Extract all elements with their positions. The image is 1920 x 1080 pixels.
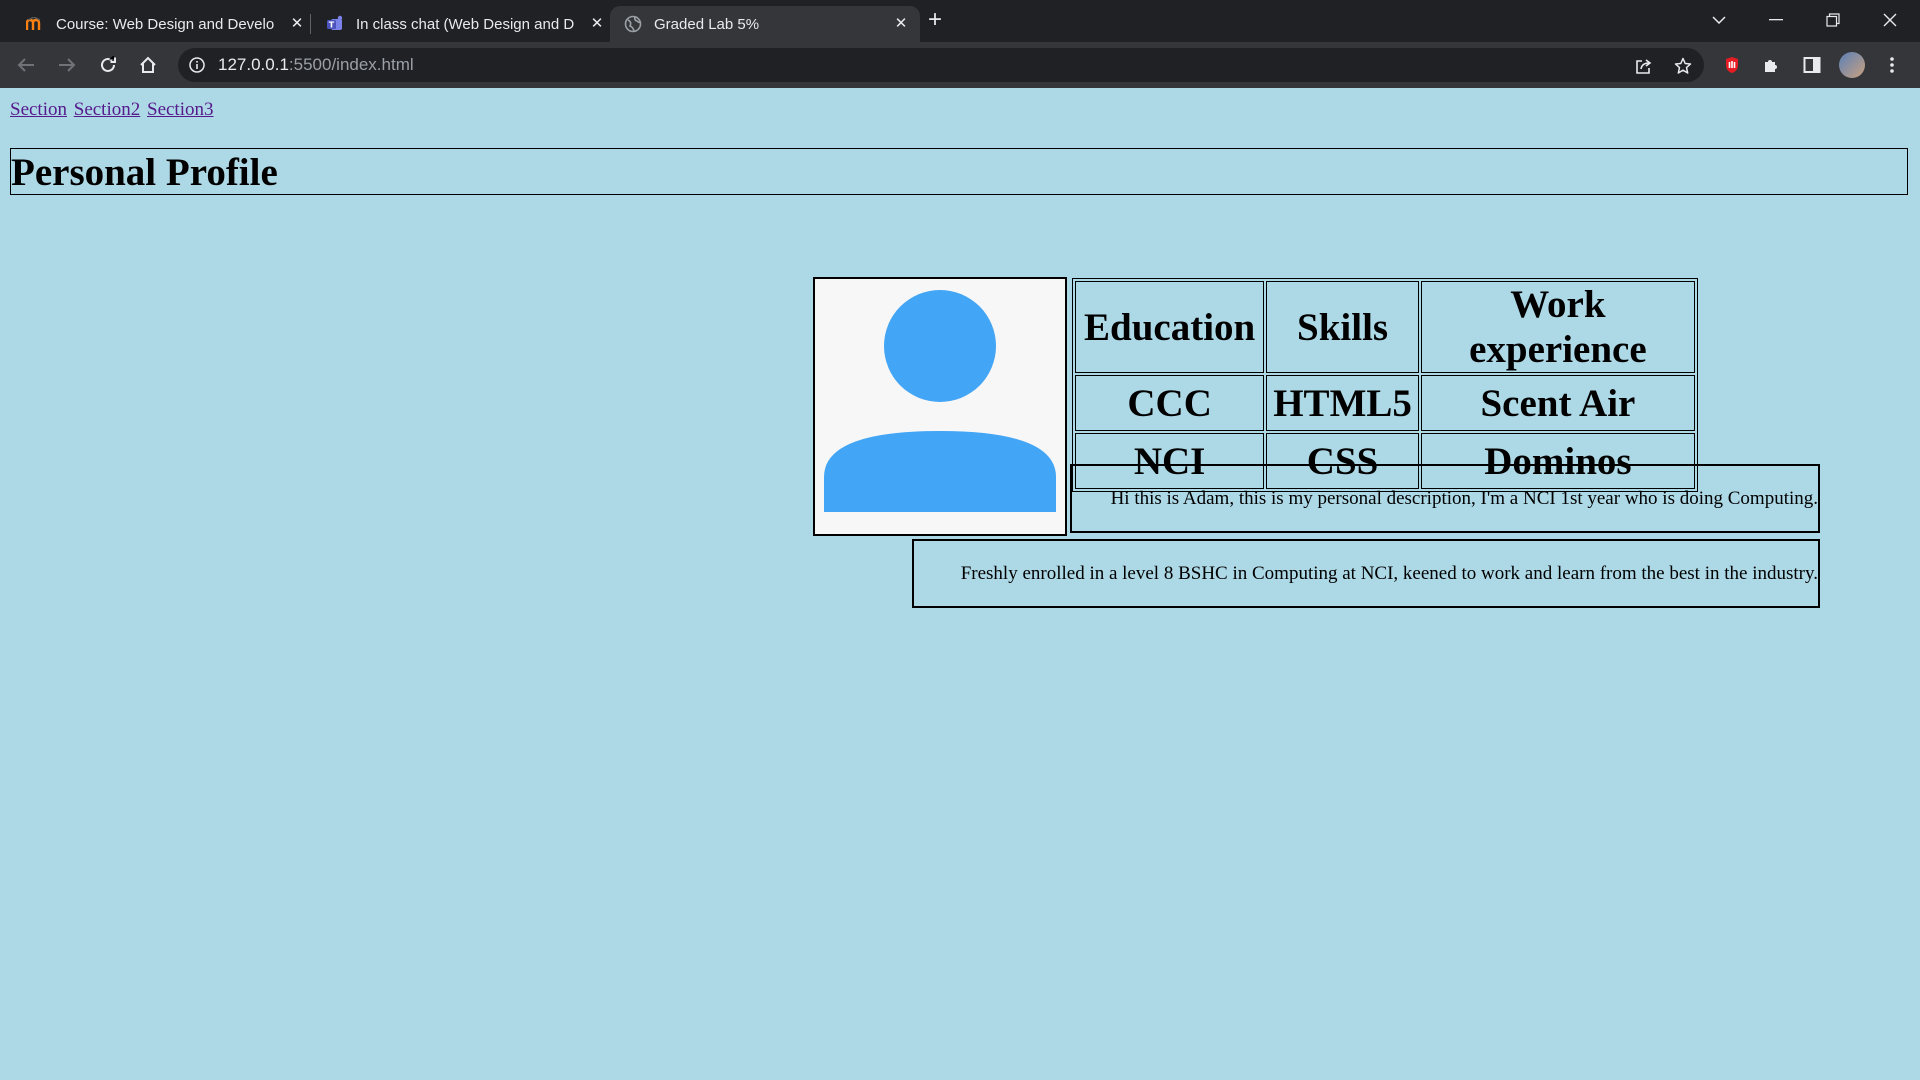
menu-kebab-icon[interactable]: [1879, 52, 1905, 78]
table-cell: CCC: [1075, 375, 1265, 431]
close-icon[interactable]: ✕: [588, 15, 606, 33]
page-title: Personal Profile: [11, 151, 278, 194]
column-header-work-experience: Work experience: [1420, 281, 1695, 373]
tab-course-title: Course: Web Design and Develop: [56, 15, 274, 33]
enrollment-description: Freshly enrolled in a level 8 BSHC in Co…: [912, 539, 1820, 608]
profile-picture: [813, 277, 1067, 536]
globe-icon: [624, 15, 642, 33]
moodle-icon: [26, 15, 44, 33]
url-host: 127.0.0.1: [218, 55, 289, 74]
table-cell: HTML5: [1266, 375, 1419, 431]
personal-description: Hi this is Adam, this is my personal des…: [1070, 464, 1820, 533]
url-text: 127.0.0.1:5500/index.html: [218, 55, 414, 75]
column-header-skills: Skills: [1266, 281, 1419, 373]
forward-arrow-icon[interactable]: [53, 51, 81, 79]
new-tab-button[interactable]: +: [924, 8, 946, 32]
tab-bar: Course: Web Design and Develop ✕ T In cl…: [0, 0, 1920, 42]
enrollment-description-text: Freshly enrolled in a level 8 BSHC in Co…: [960, 562, 1818, 584]
tab-course[interactable]: Course: Web Design and Develop ✕: [12, 6, 316, 42]
nav-link-section3[interactable]: Section3: [147, 99, 214, 120]
close-icon[interactable]: ✕: [892, 15, 910, 33]
url-path: :5500/index.html: [288, 55, 414, 74]
profile-table: Education Skills Work experience CCC HTM…: [1072, 278, 1698, 492]
home-icon[interactable]: [134, 51, 162, 79]
reload-icon[interactable]: [94, 51, 122, 79]
browser-chrome: Course: Web Design and Develop ✕ T In cl…: [0, 0, 1920, 88]
table-cell: Scent Air: [1420, 375, 1695, 431]
browser-toolbar: 127.0.0.1:5500/index.html: [0, 42, 1920, 88]
minimize-icon[interactable]: [1756, 6, 1796, 34]
back-arrow-icon[interactable]: [12, 51, 40, 79]
info-icon[interactable]: [188, 56, 206, 74]
tab-teams-chat[interactable]: T In class chat (Web Design and De ✕: [312, 6, 616, 42]
address-bar[interactable]: 127.0.0.1:5500/index.html: [178, 48, 1704, 82]
extensions-puzzle-icon[interactable]: [1759, 52, 1785, 78]
tab-teams-title: In class chat (Web Design and De: [356, 15, 574, 33]
nav-link-section[interactable]: Section: [10, 99, 67, 120]
teams-icon: T: [326, 15, 344, 33]
page-header: Personal Profile: [10, 148, 1908, 195]
bookmark-star-icon[interactable]: [1673, 56, 1693, 76]
svg-text:T: T: [329, 21, 335, 30]
tab-graded-lab[interactable]: Graded Lab 5% ✕: [610, 6, 920, 42]
restore-icon[interactable]: [1813, 6, 1853, 34]
table-header-row: Education Skills Work experience: [1075, 281, 1695, 373]
column-header-education: Education: [1075, 281, 1265, 373]
user-avatar-icon: [824, 290, 1056, 512]
side-panel-icon[interactable]: [1799, 52, 1825, 78]
page-viewport: Section Section2 Section3 Personal Profi…: [0, 88, 1920, 1078]
section-nav: Section Section2 Section3: [10, 99, 216, 121]
extension-red-icon[interactable]: [1719, 52, 1745, 78]
close-icon[interactable]: ✕: [288, 15, 306, 33]
share-icon[interactable]: [1634, 56, 1654, 76]
personal-description-text: Hi this is Adam, this is my personal des…: [1110, 487, 1818, 509]
close-window-icon[interactable]: [1870, 6, 1910, 34]
table-row: CCC HTML5 Scent Air: [1075, 375, 1695, 431]
profile-avatar[interactable]: [1839, 52, 1865, 78]
nav-link-section2[interactable]: Section2: [74, 99, 141, 120]
tab-search-icon[interactable]: [1699, 6, 1739, 34]
tab-separator: [310, 14, 311, 34]
tab-graded-lab-title: Graded Lab 5%: [654, 15, 760, 33]
